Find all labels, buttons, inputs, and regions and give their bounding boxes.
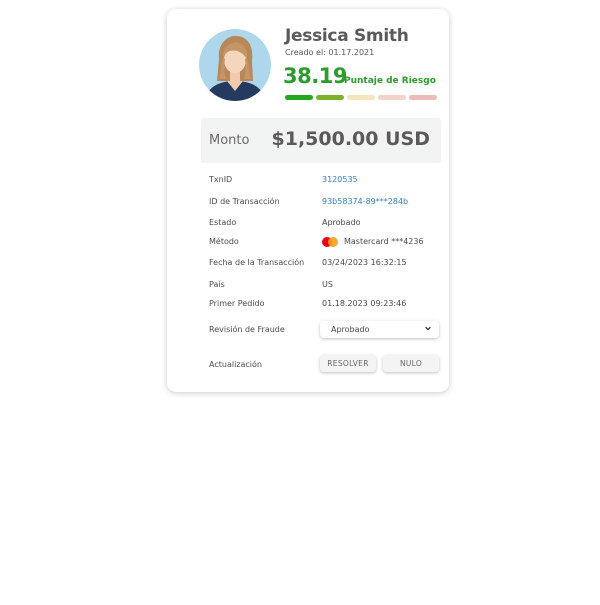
risk-score-bar [285, 95, 437, 100]
method-label: Método [209, 237, 239, 246]
status-label: Estado [209, 218, 237, 227]
transaction-date-label: Fecha de la Transacción [209, 258, 305, 267]
amount-value: $1,500.00 USD [271, 128, 430, 150]
method-value: Mastercard ***4236 [344, 237, 424, 246]
fraud-review-label: Revisión de Fraude [209, 325, 285, 334]
status-value: Aprobado [322, 218, 361, 227]
country-label: País [209, 280, 225, 289]
risk-bar-segment [285, 95, 313, 100]
risk-bar-segment [409, 95, 437, 100]
txnid-label: TxnID [209, 175, 233, 184]
risk-bar-segment [347, 95, 375, 100]
risk-bar-segment [378, 95, 406, 100]
country-value: US [322, 280, 333, 289]
chevron-down-icon [425, 326, 431, 331]
amount-label: Monto [209, 133, 250, 148]
risk-score: 38.19 [283, 64, 347, 88]
update-label: Actualización [209, 360, 262, 369]
txnid-value[interactable]: 3120535 [322, 175, 358, 184]
first-order-label: Primer Pedido [209, 299, 265, 308]
risk-bar-segment [316, 95, 344, 100]
transaction-id-label: ID de Transacción [209, 197, 280, 206]
transaction-date-value: 03/24/2023 16:32:15 [322, 258, 407, 267]
fraud-review-selected: Aprobado [331, 325, 370, 334]
avatar [199, 29, 271, 101]
mastercard-icon [322, 236, 340, 247]
resolve-button[interactable]: RESOLVER [320, 355, 376, 372]
fraud-review-select[interactable]: Aprobado [320, 321, 439, 338]
amount-panel: Monto $1,500.00 USD [201, 118, 441, 163]
customer-name: Jessica Smith [285, 26, 409, 46]
transaction-id-value[interactable]: 93b58374-89***284b [322, 197, 408, 206]
risk-score-label: Puntaje de Riesgo [344, 76, 436, 86]
transaction-card: Jessica Smith Creado el: 01.17.2021 38.1… [167, 9, 449, 392]
first-order-value: 01.18.2023 09:23:46 [322, 299, 407, 308]
created-date: Creado el: 01.17.2021 [285, 48, 375, 57]
void-button[interactable]: NULO [383, 355, 439, 372]
